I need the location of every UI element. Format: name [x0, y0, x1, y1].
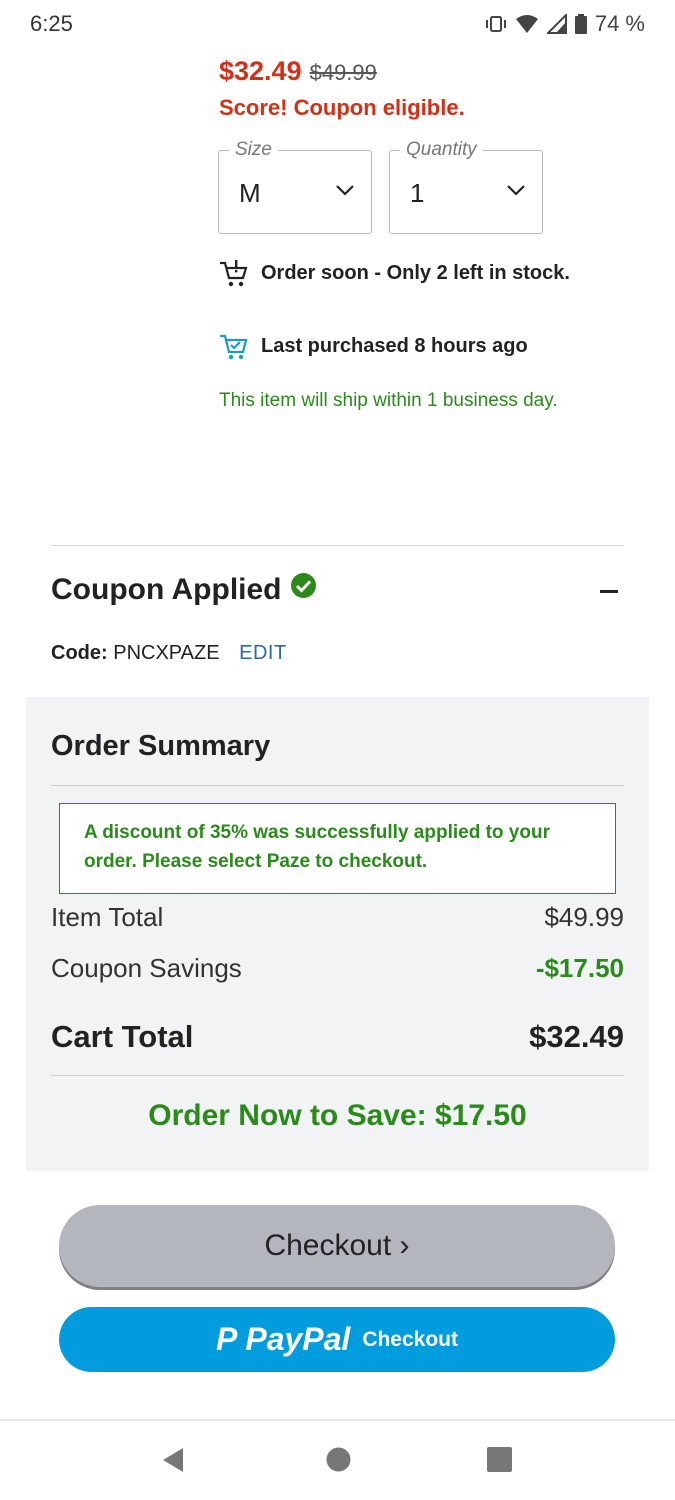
recents-icon[interactable]: [487, 1447, 512, 1477]
coupon-savings-value: -$17.50: [535, 953, 624, 983]
cart-total-row: Cart Total $32.49: [51, 1019, 624, 1055]
coupon-applied-title: Coupon Applied: [51, 572, 282, 606]
order-summary-panel: Order Summary A discount of 35% was succ…: [26, 697, 649, 1171]
coupon-eligible-text: Score! Coupon eligible.: [219, 95, 465, 120]
cart-total-label: Cart Total: [51, 1019, 194, 1054]
navigation-bar: [0, 1421, 675, 1500]
paypal-logo-word: PayPal: [245, 1321, 351, 1357]
stock-note-text: Order soon - Only 2 left in stock.: [261, 262, 570, 284]
checkout-button[interactable]: Checkout ›: [59, 1205, 615, 1287]
sale-price: $32.49: [219, 56, 302, 86]
item-total-value: $49.99: [544, 902, 624, 932]
edit-coupon-link[interactable]: EDIT: [239, 642, 287, 664]
cart-total-value: $32.49: [529, 1019, 624, 1054]
size-select[interactable]: Size M: [218, 139, 372, 234]
coupon-applied-heading: Coupon Applied: [51, 572, 317, 607]
divider: [51, 1075, 624, 1076]
last-purchased: Last purchased 8 hours ago: [219, 330, 528, 362]
item-total-row: Item Total $49.99: [51, 902, 624, 933]
signal-icon: [546, 14, 567, 34]
quantity-value: 1: [410, 178, 425, 208]
check-circle-icon: [290, 572, 317, 607]
status-icons: 74 %: [485, 11, 645, 37]
checkout-label: Checkout ›: [264, 1229, 410, 1262]
chevron-down-icon: [335, 183, 355, 201]
divider: [51, 545, 624, 546]
paypal-checkout-button[interactable]: P PayPal Checkout: [59, 1307, 615, 1372]
quantity-label: Quantity: [400, 139, 483, 161]
original-price: $49.99: [309, 60, 377, 85]
paypal-checkout-label: Checkout: [362, 1327, 458, 1351]
wifi-icon: [515, 14, 539, 34]
price-row: $32.49 $49.99: [219, 56, 377, 87]
size-value: M: [239, 178, 261, 208]
quantity-select[interactable]: Quantity 1: [389, 139, 543, 234]
paypal-logo-mark: P: [216, 1321, 238, 1357]
battery-icon: [574, 14, 587, 34]
coupon-savings-label: Coupon Savings: [51, 953, 242, 983]
coupon-code-line: Code: PNCXPAZE EDIT: [51, 642, 287, 665]
last-purchased-text: Last purchased 8 hours ago: [261, 335, 528, 357]
size-label: Size: [229, 139, 278, 161]
coupon-savings-row: Coupon Savings -$17.50: [51, 953, 624, 984]
code-label: Code:: [51, 642, 108, 664]
coupon-code: PNCXPAZE: [113, 642, 220, 664]
chevron-down-icon: [506, 183, 526, 201]
back-icon[interactable]: [161, 1447, 185, 1478]
stock-note: Order soon - Only 2 left in stock.: [219, 257, 579, 289]
discount-notice: A discount of 35% was successfully appli…: [59, 803, 616, 894]
status-time: 6:25: [30, 11, 73, 36]
item-total-label: Item Total: [51, 902, 164, 932]
ship-note: This item will ship within 1 business da…: [219, 390, 558, 411]
save-banner: Order Now to Save: $17.50: [148, 1099, 527, 1132]
order-summary-title: Order Summary: [51, 730, 271, 762]
collapse-coupon-button[interactable]: [600, 590, 618, 593]
cart-alert-icon: [219, 259, 249, 288]
divider: [51, 785, 624, 786]
home-icon[interactable]: [326, 1447, 351, 1477]
status-bar: 6:25 74 %: [0, 0, 675, 50]
battery-percent: 74 %: [594, 11, 645, 36]
vibrate-icon: [485, 15, 507, 33]
cart-check-icon: [219, 333, 249, 361]
